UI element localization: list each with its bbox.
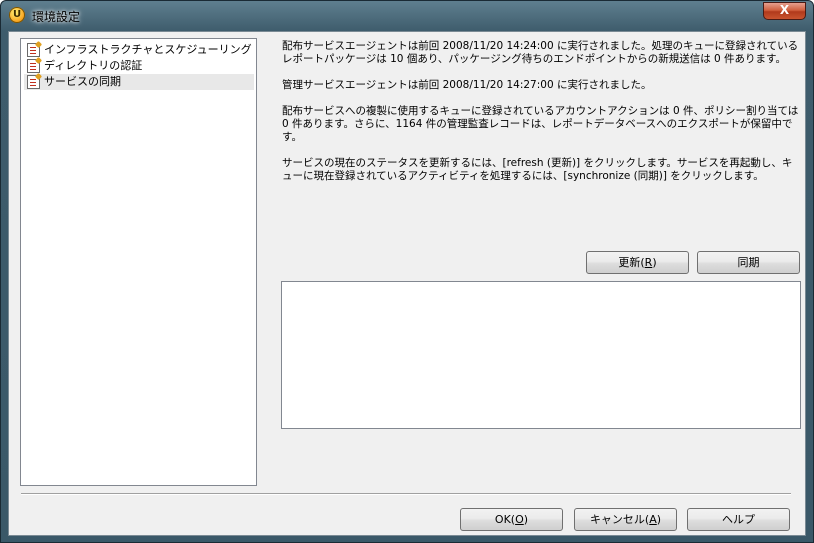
cancel-button[interactable]: キャンセル(A): [574, 508, 677, 531]
ok-button-accesskey: O: [515, 513, 524, 526]
sync-log-area[interactable]: [281, 281, 801, 429]
cancel-button-suffix: ): [656, 513, 662, 526]
settings-window: U 環境設定 X インフラストラクチャとスケジューリング ディレクトリの認証 サ…: [0, 0, 814, 543]
refresh-button[interactable]: 更新(R): [586, 251, 689, 274]
cancel-button-accesskey: A: [649, 513, 657, 526]
tree-item-service-sync[interactable]: サービスの同期: [24, 74, 254, 90]
tree-item-label: ディレクトリの認証: [44, 59, 143, 72]
ok-button-label: OK(: [494, 513, 516, 526]
help-button[interactable]: ヘルプ: [687, 508, 790, 531]
dialog-client-area: インフラストラクチャとスケジューリング ディレクトリの認証 サービスの同期 配布…: [8, 31, 806, 536]
ok-button[interactable]: OK(O): [460, 508, 563, 531]
sync-status-panel: 配布サービスエージェントは前回 2008/11/20 14:24:00 に実行さ…: [282, 40, 802, 196]
close-button[interactable]: X: [763, 2, 806, 20]
app-logo-icon: U: [9, 7, 25, 23]
title-bar[interactable]: U 環境設定 X: [1, 1, 813, 31]
refresh-button-label: 更新(: [618, 256, 645, 269]
cancel-button-label: キャンセル(: [589, 513, 650, 526]
settings-page-icon: [27, 43, 40, 57]
instructions-text: サービスの現在のステータスを更新するには、[refresh (更新)] をクリッ…: [282, 157, 793, 182]
ok-button-suffix: ): [523, 513, 529, 526]
footer-separator: [21, 493, 791, 495]
settings-tree[interactable]: インフラストラクチャとスケジューリング ディレクトリの認証 サービスの同期: [20, 38, 257, 486]
distribution-agent-status: 配布サービスエージェントは前回 2008/11/20 14:24:00 に実行さ…: [282, 40, 799, 65]
tree-item-directory-auth[interactable]: ディレクトリの認証: [24, 58, 254, 74]
refresh-button-suffix: ): [652, 256, 657, 269]
synchronize-button[interactable]: 同期: [697, 251, 800, 274]
settings-page-icon: [27, 59, 40, 73]
tree-item-label: サービスの同期: [44, 75, 121, 88]
tree-item-infrastructure[interactable]: インフラストラクチャとスケジューリング: [24, 42, 254, 58]
window-title: 環境設定: [32, 10, 81, 24]
queue-status: 配布サービスへの複製に使用するキューに登録されているアカウントアクションは 0 …: [282, 105, 799, 143]
settings-page-icon: [27, 75, 40, 89]
management-agent-status: 管理サービスエージェントは前回 2008/11/20 14:27:00 に実行さ…: [282, 79, 652, 91]
tree-item-label: インフラストラクチャとスケジューリング: [44, 43, 252, 56]
